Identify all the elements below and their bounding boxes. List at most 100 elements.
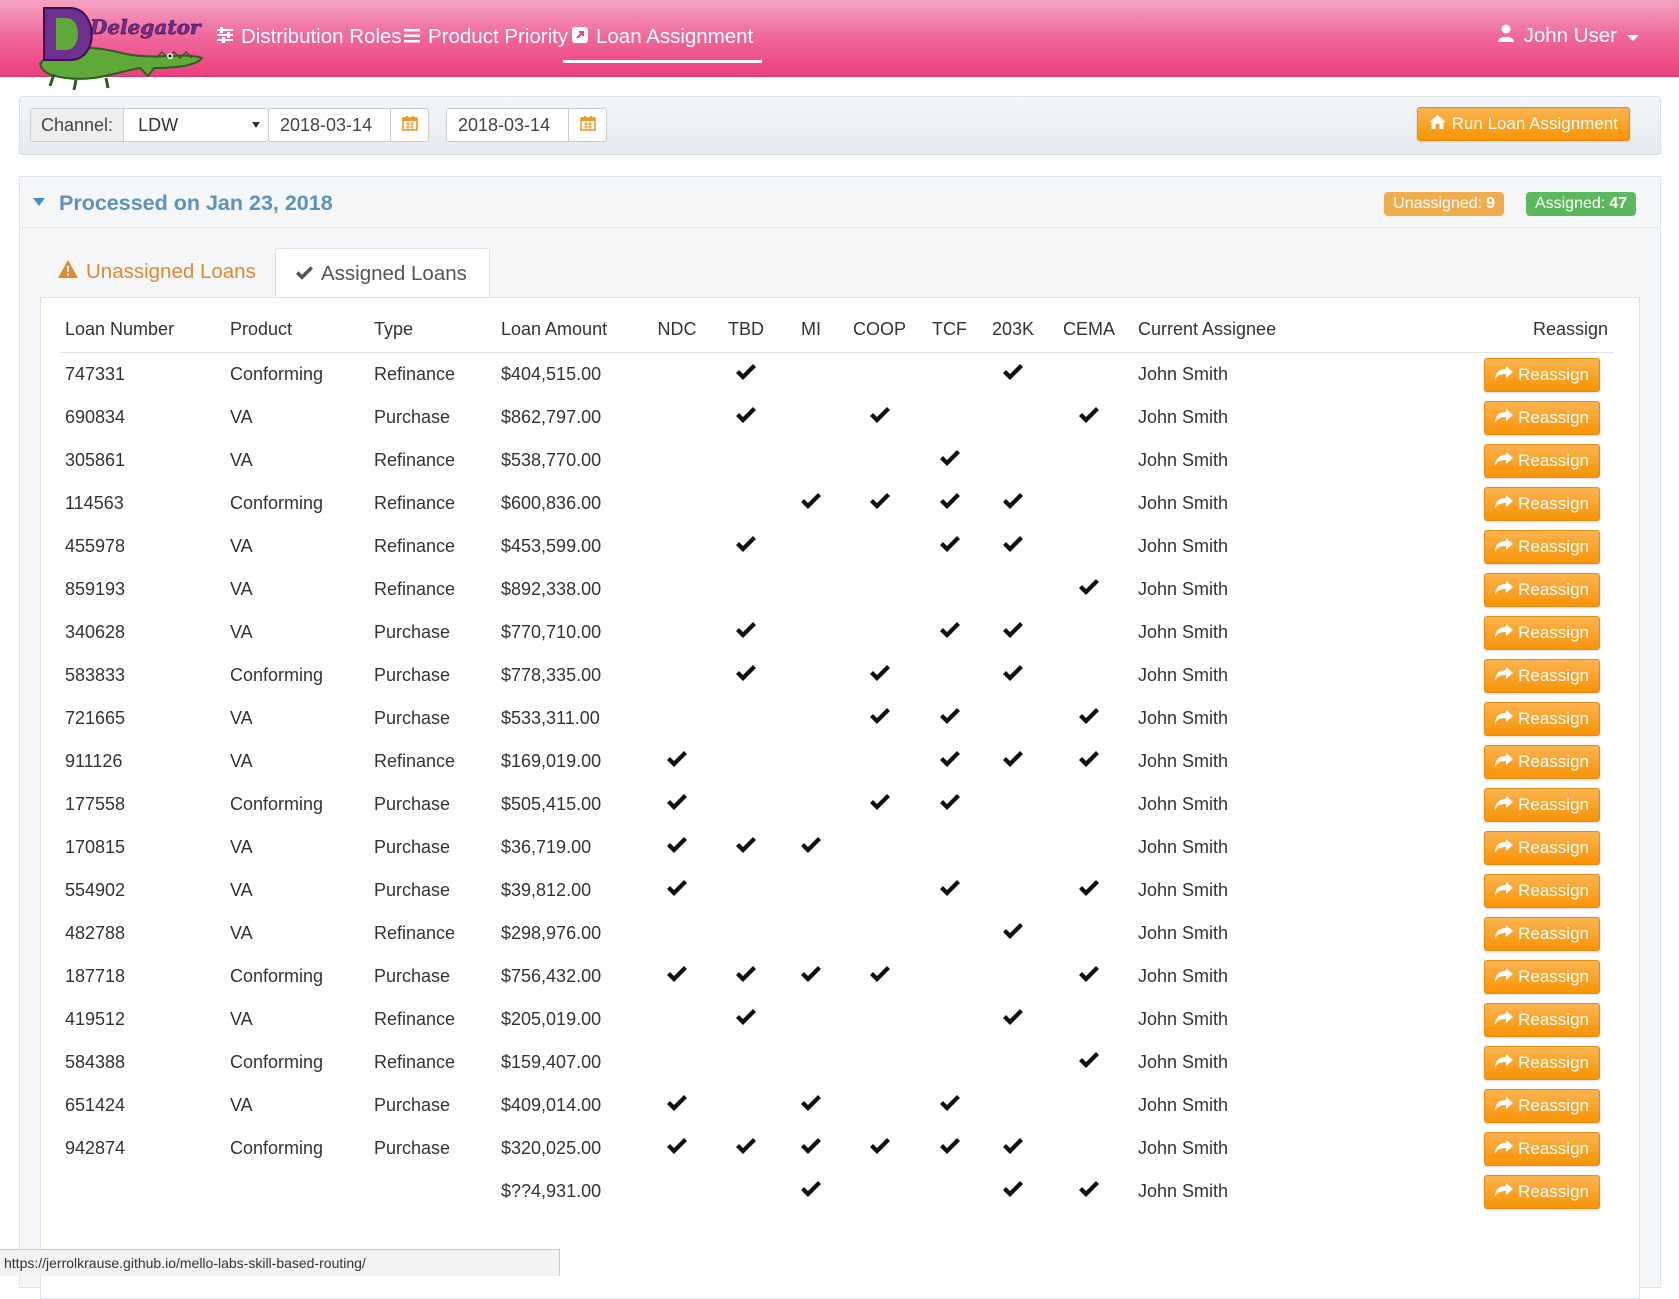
reassign-button[interactable]: Reassign: [1484, 830, 1600, 865]
reassign-cell: Reassign: [1339, 955, 1614, 998]
reassign-button[interactable]: Reassign: [1484, 1174, 1600, 1209]
flag-cell-ndc: [642, 998, 712, 1041]
check-icon: [869, 493, 890, 509]
flag-cell-cema: [1044, 697, 1134, 740]
channel-value: LDW: [138, 114, 179, 135]
check-icon: [667, 837, 687, 853]
processed-panel: Processed on Jan 23, 2018 Unassigned: 9 …: [19, 176, 1661, 1299]
top-navbar: Delegator Distribution Roles Product Pri…: [0, 0, 1679, 91]
reassign-button[interactable]: Reassign: [1484, 959, 1600, 994]
current-assignee-cell: John Smith: [1138, 1095, 1229, 1115]
check-icon: [1079, 579, 1099, 595]
flag-cell-cema: [1044, 353, 1134, 397]
tab-assigned-loans[interactable]: Assigned Loans: [275, 248, 490, 298]
start-date-calendar-button[interactable]: [391, 108, 429, 142]
check-icon: [736, 837, 756, 853]
flag-cell-cema: [1044, 654, 1134, 697]
loan-amount-cell: $320,025.00: [501, 1138, 602, 1158]
type-cell: Refinance: [374, 536, 456, 556]
flag-cell-coop: [842, 482, 917, 525]
panel-heading[interactable]: Processed on Jan 23, 2018 Unassigned: 9 …: [20, 177, 1660, 228]
flag-cell-coop: [842, 654, 917, 697]
reassign-button[interactable]: Reassign: [1484, 701, 1600, 736]
reassign-button[interactable]: Reassign: [1484, 615, 1600, 650]
current-assignee-cell: John Smith: [1138, 364, 1229, 384]
delegator-logo[interactable]: Delegator: [36, 2, 208, 91]
reassign-button[interactable]: Reassign: [1484, 486, 1600, 521]
type-cell: Refinance: [374, 923, 456, 943]
product-cell: VA: [230, 923, 253, 943]
flag-cell-203k: [982, 1170, 1044, 1213]
reassign-button[interactable]: Reassign: [1484, 1045, 1600, 1080]
end-date-calendar-button[interactable]: [569, 108, 607, 142]
start-date-input[interactable]: 2018-03-14: [268, 108, 391, 142]
reassign-button[interactable]: Reassign: [1484, 1131, 1600, 1166]
type-cell: Purchase: [374, 837, 451, 857]
reassign-button[interactable]: Reassign: [1484, 658, 1600, 693]
check-icon: [1003, 1181, 1023, 1197]
column-header: MI: [780, 306, 842, 353]
flag-cell-mi: [780, 1084, 842, 1127]
check-icon: [1079, 407, 1099, 423]
flag-cell-203k: [982, 1084, 1044, 1127]
current-assignee-cell: John Smith: [1138, 1052, 1229, 1072]
channel-group: Channel: LDW: [30, 108, 270, 142]
flag-cell-tcf: [917, 1084, 982, 1127]
flag-cell-203k: [982, 525, 1044, 568]
flag-cell-tcf: [917, 955, 982, 998]
reassign-button[interactable]: Reassign: [1484, 572, 1600, 607]
loan-number-cell: 651424: [65, 1095, 126, 1115]
reassign-button[interactable]: Reassign: [1484, 787, 1600, 822]
reassign-button[interactable]: Reassign: [1484, 529, 1600, 564]
table-row: 340628 VA Purchase $770,710.00 John Smith Rea…: [61, 611, 1614, 654]
channel-select[interactable]: LDW: [123, 108, 270, 142]
loan-number-cell: 690834: [65, 407, 126, 427]
check-icon: [667, 794, 687, 810]
user-menu[interactable]: John User: [1497, 24, 1639, 48]
reassign-label: Reassign: [1518, 1138, 1589, 1158]
product-cell: VA: [230, 1009, 253, 1029]
tab-unassigned-loans[interactable]: Unassigned Loans: [38, 248, 276, 296]
flag-cell-cema: [1044, 826, 1134, 869]
nav-product-priority[interactable]: Product Priority: [404, 22, 568, 52]
loan-amount-cell: $892,338.00: [501, 579, 602, 599]
share-icon: [1495, 666, 1514, 686]
check-icon: [801, 966, 821, 982]
flag-cell-cema: [1044, 955, 1134, 998]
check-icon: [736, 966, 756, 982]
nav-distribution-roles[interactable]: Distribution Roles: [217, 22, 402, 52]
flag-cell-cema: [1044, 611, 1134, 654]
flag-cell-ndc: [642, 955, 712, 998]
calendar-icon: [401, 115, 418, 136]
share-icon: [1495, 537, 1514, 557]
collapse-caret-icon[interactable]: [33, 198, 45, 206]
flag-cell-mi: [780, 568, 842, 611]
check-icon: [1079, 966, 1099, 982]
product-cell: Conforming: [230, 1052, 324, 1072]
panel-title[interactable]: Processed on Jan 23, 2018: [59, 191, 333, 216]
check-icon: [296, 262, 313, 286]
share-icon: [1495, 1182, 1514, 1202]
loan-amount-cell: $862,797.00: [501, 407, 602, 427]
end-date-input[interactable]: 2018-03-14: [446, 108, 569, 142]
flag-cell-tbd: [712, 654, 780, 697]
loan-number-cell: 177558: [65, 794, 126, 814]
reassign-button[interactable]: Reassign: [1484, 443, 1600, 478]
reassign-button[interactable]: Reassign: [1484, 357, 1600, 392]
loan-amount-cell: $453,599.00: [501, 536, 602, 556]
loan-number-cell: 583833: [65, 665, 126, 685]
current-assignee-cell: John Smith: [1138, 708, 1229, 728]
reassign-button[interactable]: Reassign: [1484, 873, 1600, 908]
reassign-button[interactable]: Reassign: [1484, 916, 1600, 951]
reassign-button[interactable]: Reassign: [1484, 1002, 1600, 1037]
loan-amount-cell: $??4,931.00: [501, 1181, 602, 1201]
table-row: 721665 VA Purchase $533,311.00 John Smith Rea…: [61, 697, 1614, 740]
reassign-button[interactable]: Reassign: [1484, 1088, 1600, 1123]
run-loan-assignment-button[interactable]: Run Loan Assignment: [1416, 107, 1630, 141]
current-assignee-cell: John Smith: [1138, 1181, 1229, 1201]
nav-loan-assignment[interactable]: Loan Assignment: [562, 22, 763, 63]
flag-cell-203k: [982, 697, 1044, 740]
product-cell: VA: [230, 837, 253, 857]
reassign-button[interactable]: Reassign: [1484, 744, 1600, 779]
reassign-button[interactable]: Reassign: [1484, 400, 1600, 435]
